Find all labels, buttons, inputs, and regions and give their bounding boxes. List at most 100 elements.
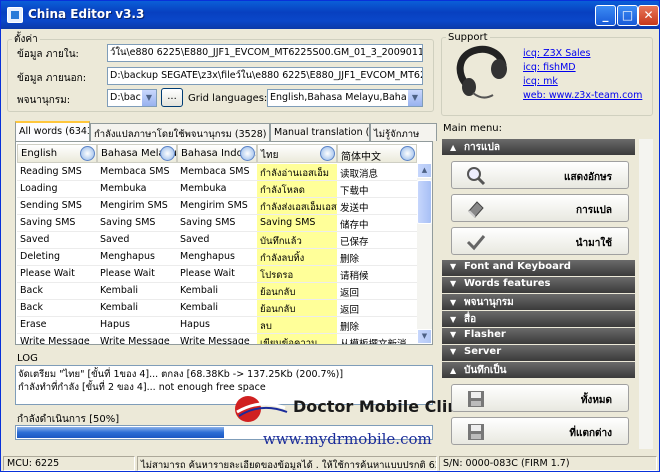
save-all-button[interactable]: ทั้งหมด [451,384,629,412]
table-cell[interactable]: Saving SMS [17,215,97,232]
table-cell[interactable]: Erase [17,317,97,334]
external-file-field[interactable]: D:\backup SEGATE\z3x\fileว์ใน\e880 6225\… [107,67,423,85]
table-cell[interactable]: Sending SMS [17,198,97,215]
table-cell[interactable]: 发送中 [337,198,417,215]
scroll-up-icon[interactable]: ▲ [417,163,432,178]
table-cell[interactable]: ลบ [257,317,337,334]
column-options-icon[interactable] [80,146,95,161]
menu-section-translate[interactable]: ▲ การแปล [442,139,635,155]
table-cell[interactable]: Saving SMS [97,215,177,232]
table-cell[interactable]: Kembali [177,300,257,317]
table-cell[interactable]: 下载中 [337,181,417,198]
table-cell[interactable]: Write Message [17,334,97,344]
table-cell[interactable]: Menghapus [97,249,177,266]
table-cell[interactable]: Membaca SMS [177,164,257,181]
tab-manual-translation[interactable]: Manual translation (0) [270,123,370,141]
table-cell[interactable]: 储存中 [337,215,417,232]
menu-section-dictionary[interactable]: ▼ พจนานุกรม [442,294,635,310]
menu-section-save-as[interactable]: ▲ บันทึกเป็น [442,362,635,378]
column-header-indonesian[interactable]: Bahasa Indonesia [177,144,257,163]
table-cell[interactable]: ย้อนกลับ [257,300,337,317]
table-cell[interactable]: กำลังส่งเอสเอ็มเอส [257,198,337,215]
table-cell[interactable]: กำลังลบทิ้ง [257,249,337,266]
table-cell[interactable]: ย้อนกลับ [257,283,337,300]
tab-unknown-language[interactable]: ไม่รู้จักภาษ [370,123,437,141]
menu-section-server[interactable]: ▼ Server [442,345,635,361]
table-cell[interactable]: Write Message [177,334,257,344]
column-options-icon[interactable] [160,146,175,161]
grid-languages-select[interactable]: English,Bahasa Melayu,Bahasa I ▼ [267,89,423,107]
table-cell[interactable]: Saved [177,232,257,249]
table-cell[interactable]: Loading [17,181,97,198]
table-cell[interactable]: 返回 [337,300,417,317]
table-cell[interactable]: Mengirim SMS [177,198,257,215]
column-header-malay[interactable]: Bahasa Melayu [97,144,177,163]
dictionary-select[interactable]: D:\back ▼ [107,89,157,107]
menu-scrollbar[interactable] [639,139,653,449]
table-cell[interactable]: Saving SMS [257,215,337,232]
table-cell[interactable]: Saved [97,232,177,249]
column-options-icon[interactable] [320,146,335,161]
close-button[interactable]: ✕ [638,5,659,26]
save-different-button[interactable]: ที่แตกต่าง [451,417,629,445]
maximize-button[interactable]: □ [617,5,638,26]
table-cell[interactable]: Hapus [177,317,257,334]
table-cell[interactable]: Please Wait [177,266,257,283]
table-cell[interactable]: 请稍候 [337,266,417,283]
support-link-web[interactable]: web: www.z3x-team.com [523,89,642,103]
table-cell[interactable]: Back [17,283,97,300]
table-cell[interactable]: 删除 [337,317,417,334]
menu-section-words-features[interactable]: ▼ Words features [442,277,635,293]
scroll-down-icon[interactable]: ▼ [417,329,432,344]
show-font-button[interactable]: แสดงอักษร [451,161,629,189]
browse-button[interactable]: ... [161,88,183,107]
menu-section-flasher[interactable]: ▼ Flasher [442,328,635,344]
table-cell[interactable]: กำลังอ่านเอสเอ็ม [257,164,337,181]
menu-section-font-keyboard[interactable]: ▼ Font and Keyboard [442,260,635,276]
table-cell[interactable]: Please Wait [17,266,97,283]
column-header-english[interactable]: English [17,144,97,163]
table-cell[interactable]: Membuka [177,181,257,198]
table-cell[interactable]: Kembali [97,300,177,317]
table-cell[interactable]: Mengirim SMS [97,198,177,215]
table-cell[interactable]: 读取消息 [337,164,417,181]
table-cell[interactable]: 已保存 [337,232,417,249]
table-cell[interactable]: Kembali [177,283,257,300]
column-options-icon[interactable] [400,146,415,161]
table-cell[interactable]: Please Wait [97,266,177,283]
table-cell[interactable]: Menghapus [177,249,257,266]
table-cell[interactable]: Membaca SMS [97,164,177,181]
save-different-label: ที่แตกต่าง [569,428,612,439]
table-cell[interactable]: Back [17,300,97,317]
support-link-sales[interactable]: icq: Z3X Sales [523,47,642,61]
table-cell[interactable]: Hapus [97,317,177,334]
table-cell[interactable]: 返回 [337,283,417,300]
column-header-chinese[interactable]: 简体中文 [337,144,417,163]
tab-dictionary-translation[interactable]: กำลังแปลภาษาโดยใช้พจนานุกรม (3528) [90,123,270,141]
apply-button[interactable]: นำมาใช้ [451,227,629,255]
menu-section-media[interactable]: ▼ สื่อ [442,311,635,327]
table-cell[interactable]: Write Message [97,334,177,344]
table-cell[interactable]: 删除 [337,249,417,266]
table-cell[interactable]: Membuka [97,181,177,198]
column-options-icon[interactable] [240,146,255,161]
internal-file-field[interactable]: ว์ใน\e880 6225\E880_JJF1_EVCOM_MT6225S00… [107,44,423,62]
table-cell[interactable]: เขียนข้อความ [257,334,337,344]
translate-button[interactable]: การแปล [451,194,629,222]
column-header-thai[interactable]: ไทย [257,144,337,163]
table-cell[interactable]: Saved [17,232,97,249]
grid-scrollbar[interactable]: ▲ ▼ [417,163,432,344]
tab-all-words[interactable]: All words (6343) [15,121,90,141]
minimize-button[interactable]: _ [595,5,616,26]
table-cell[interactable]: 从模板撰文新消 [337,334,417,344]
support-link-mk[interactable]: icq: mk [523,75,642,89]
table-cell[interactable]: Reading SMS [17,164,97,181]
table-cell[interactable]: โปรดรอ [257,266,337,283]
support-link-fishmd[interactable]: icq: fishMD [523,61,642,75]
table-cell[interactable]: Saving SMS [177,215,257,232]
table-cell[interactable]: Kembali [97,283,177,300]
table-cell[interactable]: Deleting [17,249,97,266]
table-cell[interactable]: บันทึกแล้ว [257,232,337,249]
scroll-thumb[interactable] [417,180,432,224]
table-cell[interactable]: กำลังโหลด [257,181,337,198]
